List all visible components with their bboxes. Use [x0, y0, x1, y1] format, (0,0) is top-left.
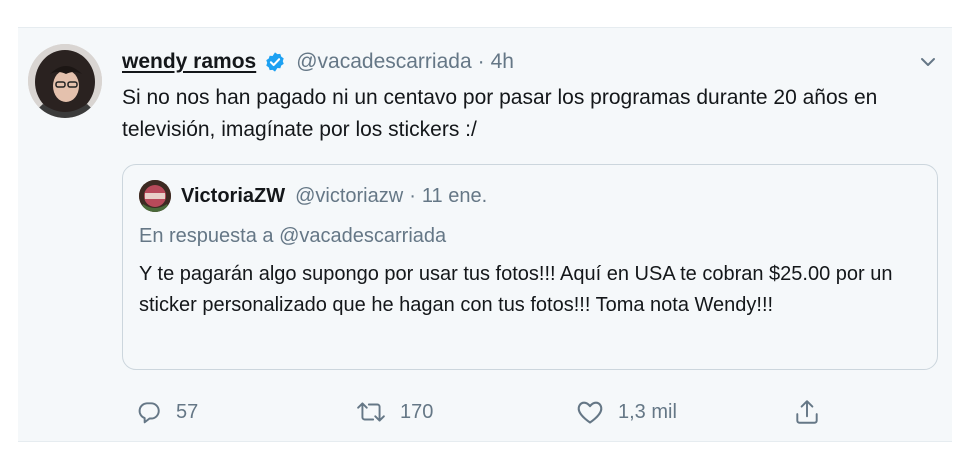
quoted-display-name[interactable]: VictoriaZW: [181, 185, 285, 208]
share-button[interactable]: [794, 394, 834, 430]
share-icon: [796, 400, 818, 424]
quoted-tweet-text: Y te pagarán algo supongo por usar tus f…: [139, 263, 893, 316]
tweet-actions: 57 170 1,3 mil: [122, 394, 822, 430]
verified-badge-icon: [264, 51, 286, 73]
heart-icon: [577, 401, 603, 424]
tweet-card[interactable]: wendy ramos @vacadescarriada · 4h Si no …: [18, 27, 952, 442]
separator-dot: ·: [477, 50, 485, 73]
like-button[interactable]: 1,3 mil: [576, 394, 677, 430]
reply-icon: [138, 402, 160, 424]
quoted-tweet[interactable]: VictoriaZW @victoriazw · 11 ene. En resp…: [122, 164, 938, 370]
retweet-button[interactable]: 170: [356, 394, 433, 430]
retweet-icon: [357, 402, 385, 422]
like-count: 1,3 mil: [618, 400, 677, 423]
quoted-handle[interactable]: @victoriazw: [295, 185, 403, 208]
tweet-header: wendy ramos @vacadescarriada · 4h: [122, 46, 514, 78]
display-name[interactable]: wendy ramos: [122, 50, 256, 74]
quoted-separator-dot: ·: [409, 184, 416, 207]
chevron-down-icon[interactable]: [916, 50, 940, 74]
reply-button[interactable]: 57: [136, 394, 198, 430]
handle[interactable]: @vacadescarriada: [296, 50, 471, 74]
timestamp[interactable]: 4h: [491, 50, 514, 74]
quoted-timestamp[interactable]: 11 ene.: [422, 185, 487, 208]
tweet-text: Si no nos han pagado ni un centavo por p…: [122, 86, 878, 141]
avatar[interactable]: [28, 44, 102, 118]
retweet-count: 170: [400, 400, 434, 423]
reply-context: En respuesta a @vacadescarriada: [139, 225, 447, 247]
reply-count: 57: [176, 400, 199, 423]
quoted-tweet-header: VictoriaZW @victoriazw · 11 ene.: [139, 179, 487, 213]
quoted-avatar[interactable]: [139, 180, 171, 212]
